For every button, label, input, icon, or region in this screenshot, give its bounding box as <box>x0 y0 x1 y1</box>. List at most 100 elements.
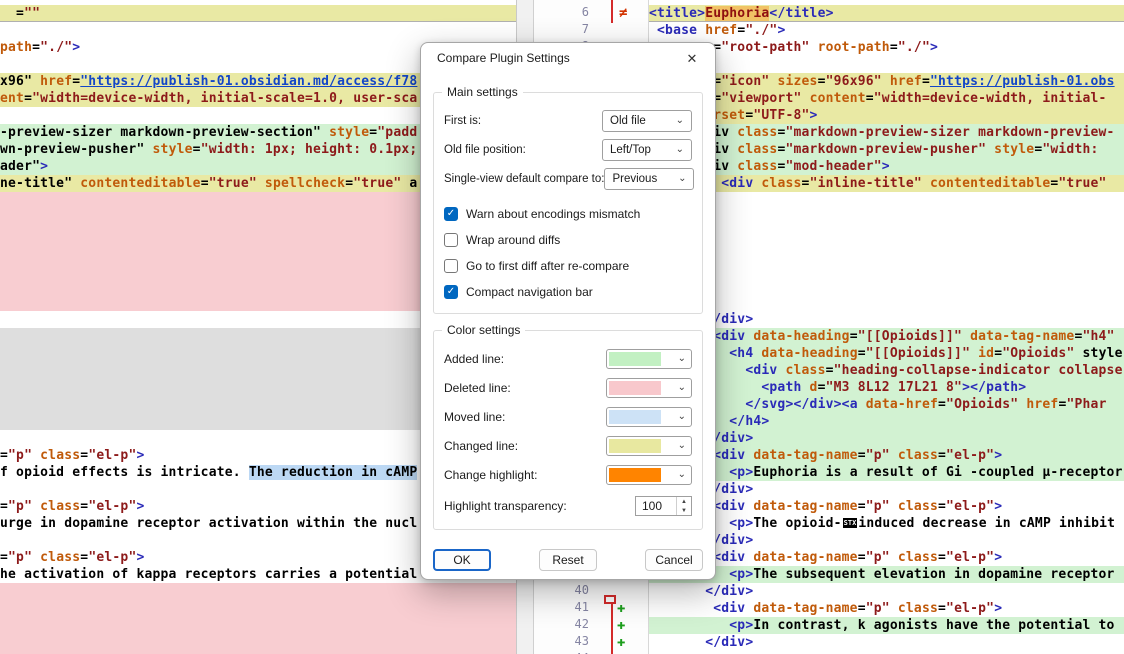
moved-line-row: Moved line: ⌄ <box>444 402 692 431</box>
deleted-line-label: Deleted line: <box>444 381 511 395</box>
code-line <box>0 600 516 617</box>
code-line: <div data-tag-name="p" class="el-p"> <box>649 600 1124 617</box>
code-line: <p>Euphoria is a result of Gi -coupled µ… <box>649 464 1124 481</box>
old-file-position-row: Old file position: Left/Top⌄ <box>444 135 692 164</box>
code-line <box>649 56 1124 73</box>
deleted-line-row: Deleted line: ⌄ <box>444 373 692 402</box>
added-line-marker-icon: ✚ <box>617 618 632 633</box>
moved-line-color-dropdown[interactable]: ⌄ <box>606 407 692 427</box>
code-line: <h4 data-heading="[[Opioids]]" id="Opioi… <box>649 345 1124 362</box>
highlight-transparency-input[interactable]: 100 ▲ ▼ <box>635 496 692 516</box>
chevron-down-icon: ⌄ <box>676 116 684 126</box>
change-block-start-marker <box>604 595 616 604</box>
go-to-first-diff-after-re-compare-label: Go to first diff after re-compare <box>466 259 629 273</box>
code-line: </h4> <box>649 413 1124 430</box>
chevron-down-icon: ⌄ <box>676 145 684 155</box>
deleted-line-color-dropdown[interactable]: ⌄ <box>606 378 692 398</box>
highlight-transparency-label: Highlight transparency: <box>444 499 567 513</box>
added-line-marker-icon: ✚ <box>617 635 632 650</box>
deleted-line-swatch <box>609 381 661 395</box>
changed-line-color-dropdown[interactable]: ⌄ <box>606 436 692 456</box>
old-file-position-dropdown[interactable]: Left/Top⌄ <box>602 139 692 161</box>
code-line: <p>The opioid-STXinduced decrease in cAM… <box>649 515 1124 532</box>
close-icon[interactable]: ✕ <box>670 44 714 73</box>
change-highlight-label: Change highlight: <box>444 468 537 482</box>
first-is-dropdown[interactable]: Old file⌄ <box>602 110 692 132</box>
code-line: ="root-path" root-path="./"> <box>649 39 1124 56</box>
single-view-default-compare-to-row: Single-view default compare to: Previous ⌄ <box>444 164 692 193</box>
code-line: </div> <box>649 311 1124 328</box>
warn-about-encodings-mismatch-row: ✓ Warn about encodings mismatch <box>444 201 692 227</box>
main-settings-group: Main settings First is:Old file⌄Old file… <box>433 92 703 314</box>
chevron-down-icon: ⌄ <box>678 174 686 184</box>
code-line <box>649 260 1124 277</box>
spinner-buttons: ▲ ▼ <box>676 497 691 515</box>
line-number: 43 <box>534 634 598 651</box>
code-line <box>649 243 1124 260</box>
cancel-button[interactable]: Cancel <box>645 549 703 571</box>
line-number: 41 <box>534 600 598 617</box>
change-highlight-row: Change highlight: ⌄ <box>444 460 692 489</box>
single-view-default-compare-to-value: Previous <box>612 173 657 185</box>
chevron-down-icon: ⌄ <box>678 441 686 451</box>
added-line-row: Added line:⌄ <box>444 344 692 373</box>
warn-about-encodings-mismatch-label: Warn about encodings mismatch <box>466 207 640 221</box>
code-line: <base href="./"> <box>649 22 1124 39</box>
changed-line-swatch <box>609 439 661 453</box>
compact-navigation-bar-row: ✓Compact navigation bar <box>444 279 692 305</box>
first-is-label: First is: <box>444 115 481 127</box>
line-number: 40 <box>534 583 598 600</box>
change-highlight-color-dropdown[interactable]: ⌄ <box>606 465 692 485</box>
highlight-transparency-value: 100 <box>636 497 676 515</box>
chevron-down-icon: ⌄ <box>678 354 686 364</box>
line-number: 7 <box>534 22 598 39</box>
ok-button[interactable]: OK <box>433 549 491 571</box>
go-to-first-diff-after-re-compare-checkbox[interactable] <box>444 259 458 273</box>
code-line: <p>The subsequent elevation in dopamine … <box>649 566 1124 583</box>
code-line: <path d="M3 8L12 17L21 8"></path> <box>649 379 1124 396</box>
line-number: 6 <box>534 5 598 22</box>
compact-navigation-bar-checkbox[interactable]: ✓ <box>444 285 458 299</box>
reset-button[interactable]: Reset <box>539 549 597 571</box>
code-line: <div class="heading-collapse-indicator c… <box>649 362 1124 379</box>
chevron-down-icon: ⌄ <box>678 470 686 480</box>
code-line: </div> <box>649 583 1124 600</box>
change-block-line-top <box>611 0 613 23</box>
code-line: ="icon" sizes="96x96" href="https://publ… <box>649 73 1124 90</box>
code-line <box>0 634 516 651</box>
wrap-around-diffs-label: Wrap around diffs <box>466 233 560 247</box>
code-line: </div> <box>649 481 1124 498</box>
code-line <box>649 277 1124 294</box>
code-line <box>0 583 516 600</box>
single-view-default-compare-to-dropdown[interactable]: Previous ⌄ <box>604 168 694 190</box>
changed-line-row: Changed line: ⌄ <box>444 431 692 460</box>
spin-down-button[interactable]: ▼ <box>677 506 691 515</box>
added-line-marker-icon: ✚ <box>617 601 632 616</box>
moved-line-label: Moved line: <box>444 410 505 424</box>
moved-line-swatch <box>609 410 661 424</box>
code-line: <div data-tag-name="p" class="el-p"> <box>649 549 1124 566</box>
dialog-buttons: OK Reset Cancel <box>433 549 703 571</box>
single-view-default-compare-to-label: Single-view default compare to: <box>444 173 604 185</box>
spin-up-button[interactable]: ▲ <box>677 497 691 506</box>
code-line: <div data-tag-name="p" class="el-p"> <box>649 447 1124 464</box>
compare-plugin-settings-dialog: Compare Plugin Settings ✕ Main settings … <box>420 42 716 580</box>
chevron-down-icon: ⌄ <box>678 412 686 422</box>
wrap-around-diffs-checkbox[interactable] <box>444 233 458 247</box>
warn-about-encodings-mismatch-checkbox[interactable]: ✓ <box>444 207 458 221</box>
code-line: <div data-tag-name="p" class="el-p"> <box>649 498 1124 515</box>
right-editor-pane[interactable]: <title>Euphoria</title> <base href="./">… <box>648 0 1124 654</box>
added-line-swatch <box>609 352 661 366</box>
added-line-color-dropdown[interactable]: ⌄ <box>606 349 692 369</box>
code-line: ="viewport" content="width=device-width,… <box>649 90 1124 107</box>
code-line <box>649 192 1124 209</box>
highlight-transparency-row: Highlight transparency: 100 ▲ ▼ <box>444 491 692 521</box>
code-line <box>0 22 516 39</box>
code-line <box>649 226 1124 243</box>
changed-line-label: Changed line: <box>444 439 518 453</box>
changed-line-marker-icon: ≠ <box>619 5 635 22</box>
old-file-position-label: Old file position: <box>444 144 526 156</box>
code-line: <p>In contrast, k agonists have the pote… <box>649 617 1124 634</box>
color-settings-legend: Color settings <box>442 323 525 337</box>
code-line: </div> <box>649 532 1124 549</box>
